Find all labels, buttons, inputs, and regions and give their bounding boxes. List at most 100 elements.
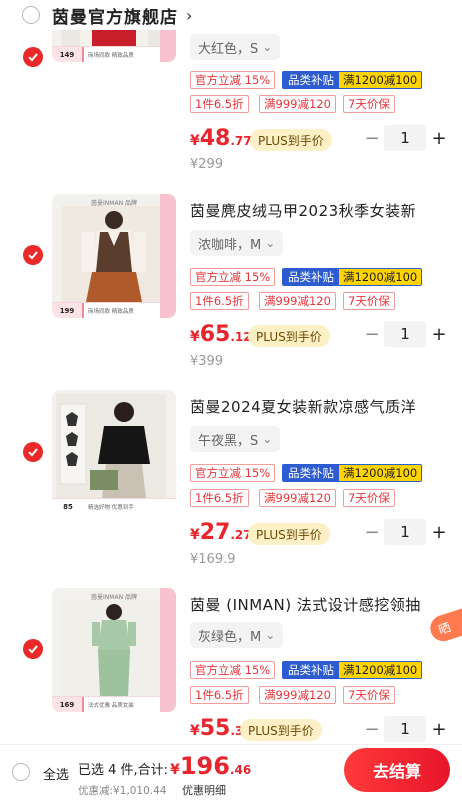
total-decimal: .46 <box>229 763 252 777</box>
discount-amount: 优惠减:¥1,010.44 <box>78 785 167 797</box>
minus-button[interactable]: − <box>364 522 380 543</box>
coupon-label: 满1200减100 <box>339 465 422 481</box>
price-protect-tag: 7天价保 <box>343 686 395 704</box>
plus-button[interactable]: + <box>430 128 448 149</box>
subsidy-tag: 品类补贴 满1200减100 <box>282 268 423 286</box>
item-price: ¥ 55 .3 <box>190 716 243 741</box>
variant-label: 浓咖啡，M <box>198 237 262 253</box>
plus-price-badge: PLUS到手价 <box>248 523 330 545</box>
official-discount-tag: 官方立减 15% <box>190 71 276 89</box>
product-photo <box>62 600 166 696</box>
selected-count: 已选 4 件,合计: <box>78 763 169 778</box>
item-checkbox[interactable] <box>23 639 43 659</box>
item-checkbox[interactable] <box>23 245 43 265</box>
price-integer: 48 <box>199 126 231 151</box>
subsidy-label: 品类补贴 <box>283 72 339 88</box>
select-all-checkbox[interactable] <box>12 763 30 781</box>
minus-button[interactable]: − <box>364 324 380 345</box>
coupon-label: 满1200减100 <box>339 72 422 88</box>
official-discount-tag: 官方立减 15% <box>190 661 276 679</box>
shop-name[interactable]: 茵曼官方旗舰店 <box>52 3 178 28</box>
tag-label: 官方立减 <box>195 73 241 87</box>
thumb-text: 商场同款 精致品质 <box>88 308 134 315</box>
tag-label: 官方立减 <box>195 663 241 677</box>
subsidy-tag: 品类补贴 满1200减100 <box>282 661 423 679</box>
minus-button[interactable]: − <box>364 719 380 740</box>
discount-tag: 1件6.5折 <box>190 292 249 310</box>
product-image[interactable]: 茵曼INMAN 品牌 199 商场同款 精致品质 <box>52 194 176 318</box>
discount-tag: 1件6.5折 <box>190 489 249 507</box>
price-currency: ¥ <box>190 329 200 345</box>
official-discount-tag: 官方立减 15% <box>190 268 276 286</box>
discount-detail-link[interactable]: 优惠明细 <box>182 782 226 798</box>
price-integer: 27 <box>199 520 231 545</box>
subsidy-tag: 品类补贴 满1200减100 <box>282 464 423 482</box>
product-title[interactable]: 茵曼 (INMAN) 法式设计感挖领抽 <box>190 594 462 615</box>
total-currency: ¥ <box>170 762 180 778</box>
thumb-price: 85 <box>52 499 84 514</box>
chevron-down-icon: ⌄ <box>262 40 273 54</box>
price-protect-tag: 7天价保 <box>343 95 395 113</box>
product-title[interactable]: 茵曼2024夏女装新款凉感气质洋 <box>190 396 462 417</box>
price-currency: ¥ <box>190 527 200 543</box>
tag-pct: 15% <box>244 466 271 480</box>
subsidy-tag: 品类补贴 满1200减100 <box>282 71 423 89</box>
product-title[interactable]: 茵曼麂皮绒马甲2023秋季女装新 <box>190 200 462 221</box>
plus-price-badge: PLUS到手价 <box>240 719 322 741</box>
quantity-value[interactable]: 1 <box>384 519 426 545</box>
original-price: ¥169.9 <box>190 552 236 567</box>
chevron-right-icon[interactable]: › <box>186 6 192 25</box>
image-footer: 85 精选好物 优惠到手 <box>52 498 176 514</box>
original-price: ¥299 <box>190 157 224 172</box>
thumb-price: 169 <box>52 697 84 712</box>
thumb-price: 149 <box>52 47 84 62</box>
item-checkbox[interactable] <box>23 442 43 462</box>
variant-label: 灰绿色，M <box>198 629 262 645</box>
price-integer: 55 <box>199 716 231 741</box>
quantity-value[interactable]: 1 <box>384 321 426 347</box>
checkout-bar: 全选 已选 4 件,合计: ¥ 196 .46 优惠减:¥1,010.44 优惠… <box>0 744 462 800</box>
tag-label: 官方立减 <box>195 466 241 480</box>
product-image[interactable]: 茵曼INMAN 品牌 169 法式优雅 品质女装 <box>52 588 176 712</box>
thumb-price: 199 <box>52 303 84 318</box>
product-image[interactable]: 85 精选好物 优惠到手 <box>52 390 176 514</box>
cart-item: 85 精选好物 优惠到手 茵曼2024夏女装新款凉感气质洋 午夜黑，S ⌄ 官方… <box>0 388 462 578</box>
price-integer: 65 <box>199 322 231 347</box>
check-icon <box>28 251 38 260</box>
variant-label: 大红色，S <box>198 41 259 57</box>
checkout-button[interactable]: 去结算 <box>344 748 450 792</box>
plus-button[interactable]: + <box>430 522 448 543</box>
shop-select-checkbox[interactable] <box>22 6 40 24</box>
image-band <box>160 588 176 712</box>
variant-selector[interactable]: 大红色，S ⌄ <box>190 34 281 60</box>
price-currency: ¥ <box>190 133 200 149</box>
minus-button[interactable]: − <box>364 128 380 149</box>
price-protect-tag: 7天价保 <box>343 489 395 507</box>
tag-pct: 15% <box>244 270 271 284</box>
plus-price-badge: PLUS到手价 <box>248 325 330 347</box>
quantity-value[interactable]: 1 <box>384 716 426 742</box>
image-footer: 199 商场同款 精致品质 <box>52 302 176 318</box>
product-photo <box>56 394 166 498</box>
select-all-label[interactable]: 全选 <box>43 764 69 783</box>
subsidy-label: 品类补贴 <box>283 269 339 285</box>
variant-selector[interactable]: 浓咖啡，M ⌄ <box>190 230 284 256</box>
item-price: ¥ 48 .77 <box>190 126 252 151</box>
chevron-down-icon: ⌄ <box>265 628 276 642</box>
threshold-tag: 满999减120 <box>259 686 336 704</box>
variant-selector[interactable]: 灰绿色，M ⌄ <box>190 622 284 648</box>
tag-label: 官方立减 <box>195 270 241 284</box>
plus-button[interactable]: + <box>430 324 448 345</box>
item-checkbox[interactable] <box>23 47 43 67</box>
chevron-down-icon: ⌄ <box>262 432 273 446</box>
thumb-text: 精选好物 优惠到手 <box>88 504 134 511</box>
total-integer: 196 <box>179 752 230 780</box>
quantity-stepper: − 1 + <box>364 716 448 742</box>
quantity-stepper: − 1 + <box>364 519 448 545</box>
variant-selector[interactable]: 午夜黑，S ⌄ <box>190 426 281 452</box>
plus-button[interactable]: + <box>430 719 448 740</box>
price-currency: ¥ <box>190 723 200 739</box>
quantity-value[interactable]: 1 <box>384 125 426 151</box>
quantity-stepper: − 1 + <box>364 125 448 151</box>
original-price: ¥399 <box>190 354 224 369</box>
